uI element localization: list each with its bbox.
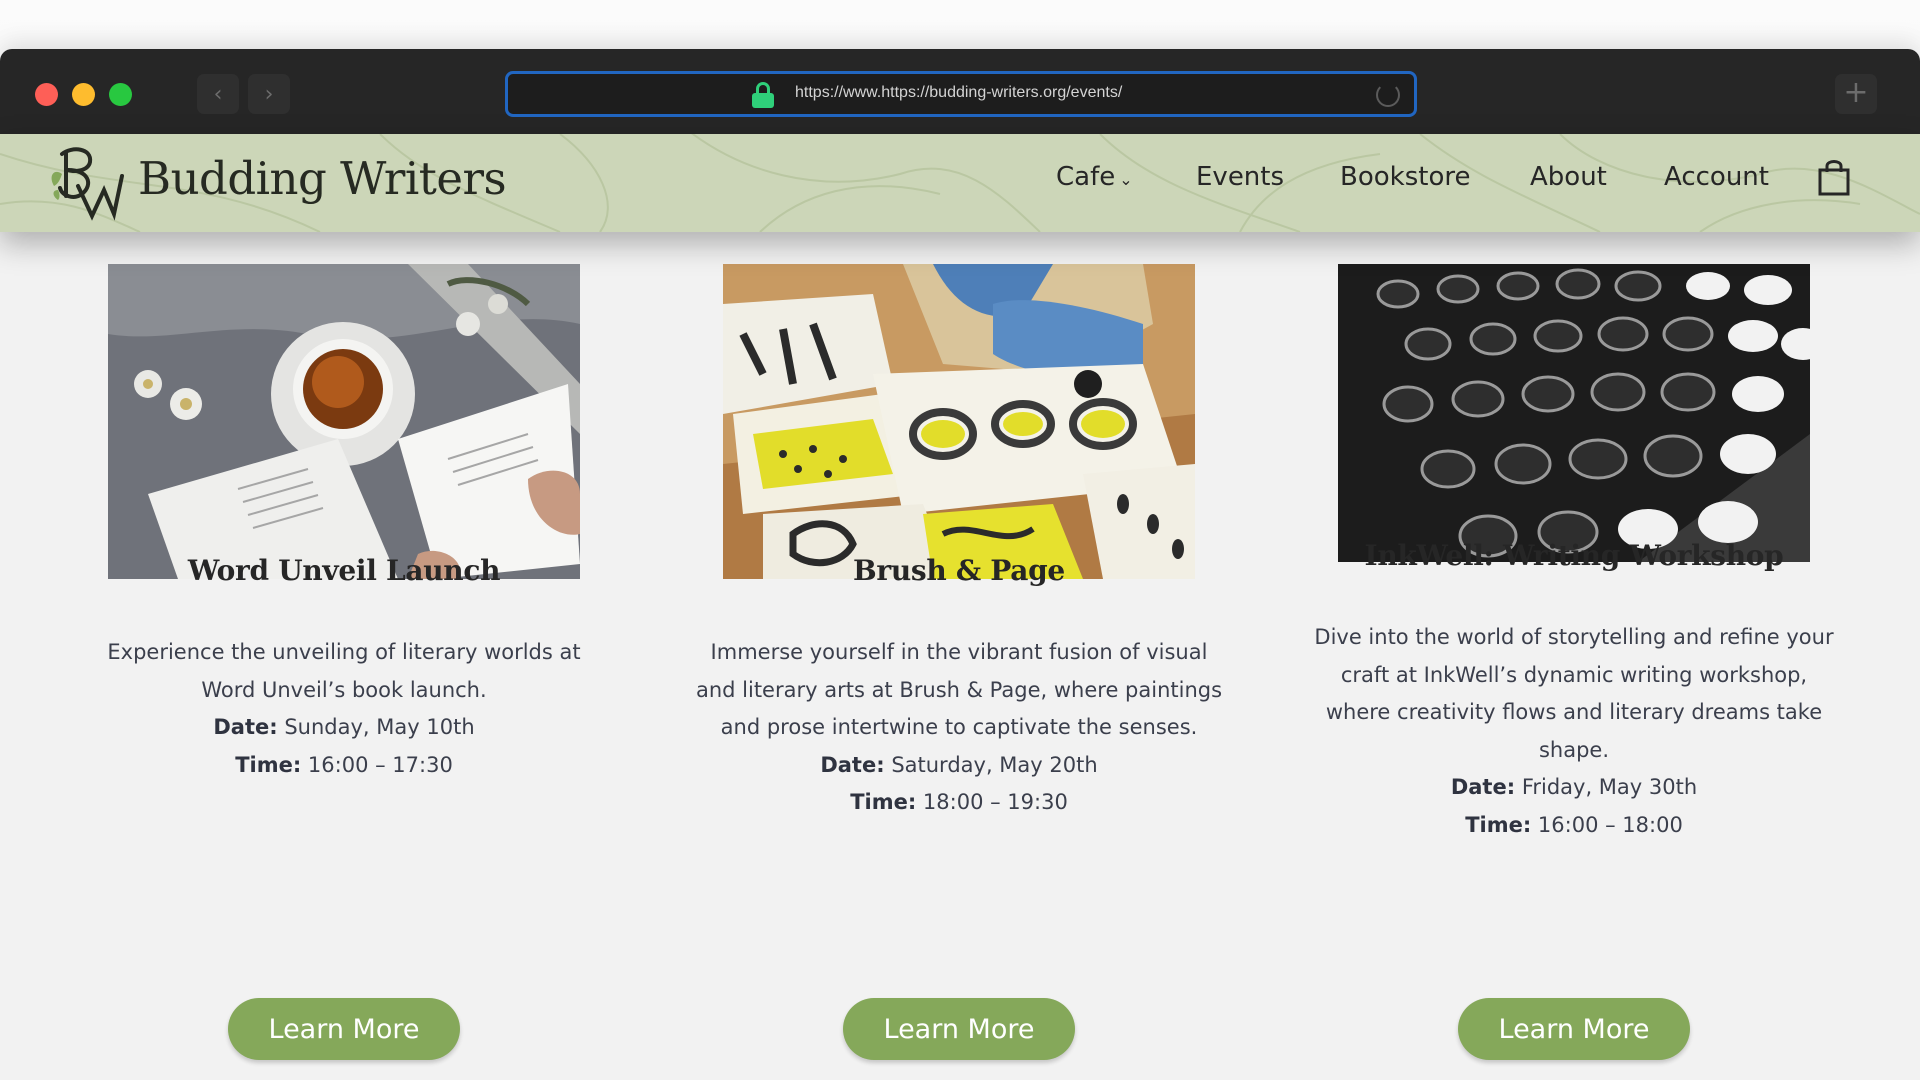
reload-icon[interactable] xyxy=(1376,83,1400,107)
event-card: InkWell: Writing Workshop Dive into the … xyxy=(1298,232,1834,1080)
event-description: Dive into the world of storytelling and … xyxy=(1314,625,1834,762)
date-label: Date: xyxy=(820,752,885,777)
shopping-bag-icon[interactable] xyxy=(1818,158,1850,196)
learn-more-button[interactable]: Learn More xyxy=(228,998,460,1060)
event-time: Time: 18:00 – 19:30 xyxy=(695,784,1223,822)
nav-cafe[interactable]: Cafe ⌄ xyxy=(1056,162,1133,192)
event-date: Date: Saturday, May 20th xyxy=(695,747,1223,785)
url-text: https://www.https://budding-writers.org/… xyxy=(795,84,1123,101)
learn-more-button[interactable]: Learn More xyxy=(843,998,1075,1060)
event-title: InkWell: Writing Workshop xyxy=(1364,539,1784,572)
event-time: Time: 16:00 – 18:00 xyxy=(1310,807,1838,845)
chevron-down-icon: ⌄ xyxy=(1119,170,1133,189)
event-details: Dive into the world of storytelling and … xyxy=(1298,619,1850,844)
address-bar[interactable]: https://www.https://budding-writers.org/… xyxy=(505,71,1417,117)
main-nav: Cafe ⌄ Events Bookstore About Account xyxy=(0,162,1920,206)
lock-icon xyxy=(752,82,774,108)
event-image xyxy=(723,264,1195,579)
event-card: Word Unveil Launch Experience the unveil… xyxy=(68,232,588,1080)
close-window-button[interactable] xyxy=(35,83,58,106)
event-image xyxy=(108,264,580,579)
zoom-window-button[interactable] xyxy=(109,83,132,106)
time-label: Time: xyxy=(850,790,917,814)
time-label: Time: xyxy=(1465,812,1532,837)
chevron-left-icon: ‹ xyxy=(213,81,223,107)
event-details: Immerse yourself in the vibrant fusion o… xyxy=(683,634,1235,822)
time-label: Time: xyxy=(235,752,302,777)
back-button[interactable]: ‹ xyxy=(197,74,239,114)
date-label: Date: xyxy=(213,715,278,739)
nav-about[interactable]: About xyxy=(1530,162,1607,192)
tea-and-book-photo xyxy=(108,264,580,579)
learn-more-button[interactable]: Learn More xyxy=(1458,998,1690,1060)
time-value: 16:00 – 17:30 xyxy=(307,752,453,777)
chevron-right-icon: › xyxy=(264,81,274,107)
new-tab-button[interactable]: + xyxy=(1835,74,1877,114)
nav-account[interactable]: Account xyxy=(1664,162,1769,192)
event-description: Experience the unveiling of literary wor… xyxy=(107,640,581,702)
forward-button[interactable]: › xyxy=(248,74,290,114)
date-value: Sunday, May 10th xyxy=(284,715,475,739)
events-section: Word Unveil Launch Experience the unveil… xyxy=(0,232,1920,1080)
event-title: Word Unveil Launch xyxy=(187,554,501,587)
nav-bookstore[interactable]: Bookstore xyxy=(1340,162,1470,192)
event-title: Brush & Page xyxy=(853,554,1065,587)
date-value: Saturday, May 20th xyxy=(891,752,1098,777)
painting-on-floor-photo xyxy=(723,264,1195,579)
event-card: Brush & Page Immerse yourself in the vib… xyxy=(683,232,1222,1080)
event-date: Date: Sunday, May 10th xyxy=(80,709,608,747)
event-details: Experience the unveiling of literary wor… xyxy=(68,634,620,784)
typewriter-keys-photo xyxy=(1338,264,1810,562)
event-date: Date: Friday, May 30th xyxy=(1310,769,1838,807)
time-value: 18:00 – 19:30 xyxy=(922,790,1068,814)
browser-window: ‹ › https://www.https://budding-writers.… xyxy=(0,49,1920,1080)
browser-toolbar: ‹ › https://www.https://budding-writers.… xyxy=(0,49,1920,134)
plus-icon: + xyxy=(1843,75,1869,110)
nav-cafe-label: Cafe xyxy=(1056,162,1116,192)
nav-events[interactable]: Events xyxy=(1196,162,1284,192)
time-value: 16:00 – 18:00 xyxy=(1537,812,1683,837)
minimize-window-button[interactable] xyxy=(72,83,95,106)
date-label: Date: xyxy=(1450,775,1516,799)
date-value: Friday, May 30th xyxy=(1521,775,1698,799)
event-image xyxy=(1338,264,1810,562)
event-time: Time: 16:00 – 17:30 xyxy=(80,747,608,785)
event-description: Immerse yourself in the vibrant fusion o… xyxy=(695,640,1223,739)
site-header: Budding Writers Cafe ⌄ Events Bookstore A… xyxy=(0,134,1920,232)
